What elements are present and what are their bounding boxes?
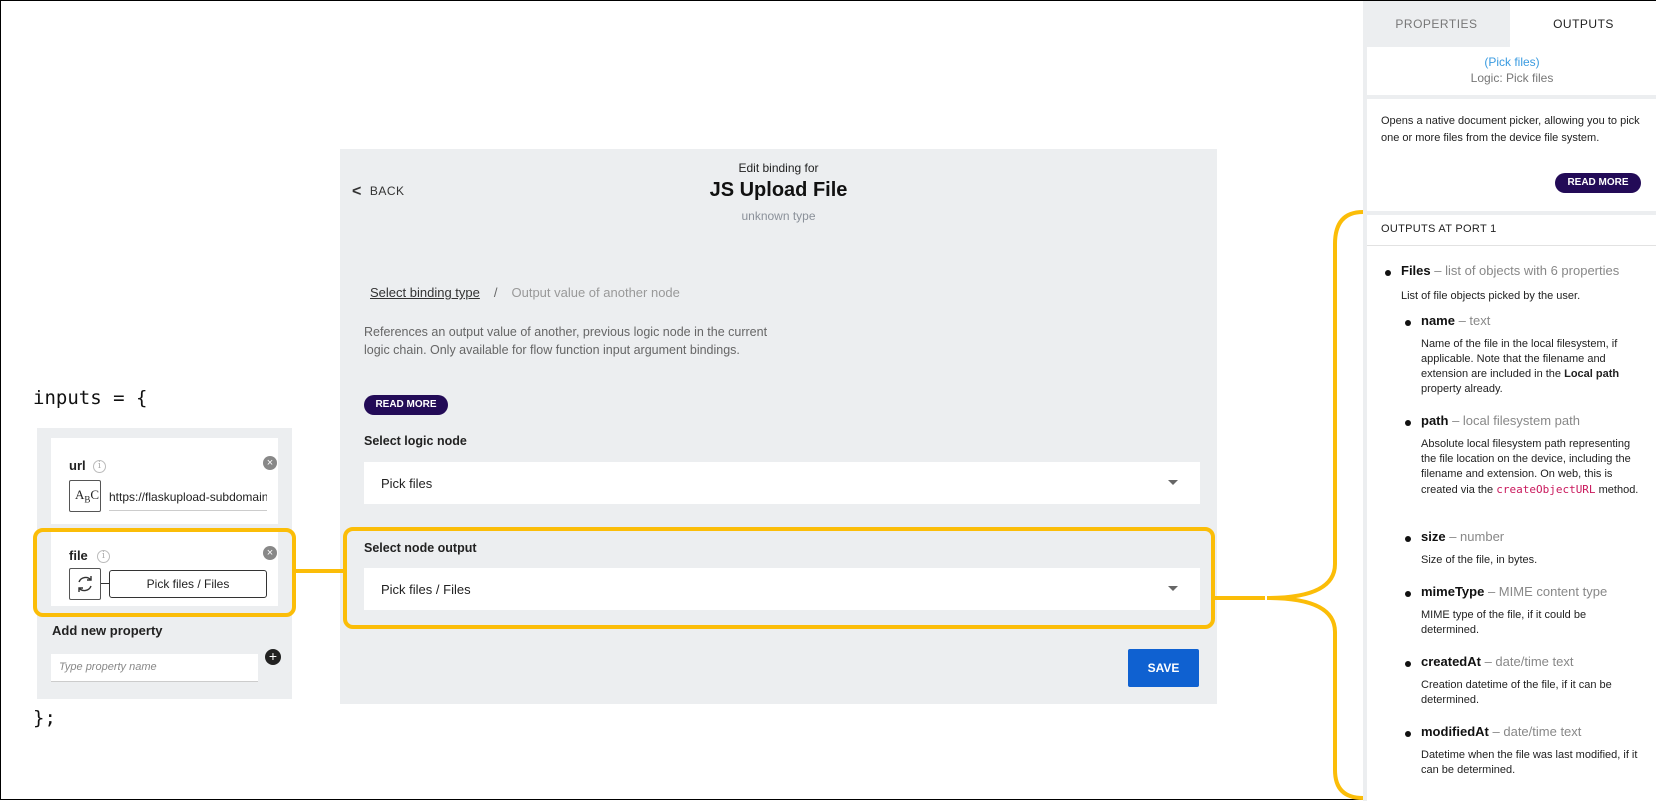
code-close: }; <box>33 707 56 729</box>
url-value-field[interactable]: https://flaskupload-subdomain <box>109 490 267 511</box>
read-more-button[interactable]: READ MORE <box>1555 173 1641 193</box>
node-info: (Pick files) Logic: Pick files <box>1367 47 1656 95</box>
output-files: Files – list of objects with 6 propertie… <box>1401 263 1620 278</box>
output-createdat: createdAt – date/time text <box>1421 654 1574 669</box>
add-property-button[interactable]: + <box>265 649 281 665</box>
panel-tabs: PROPERTIES OUTPUTS <box>1363 1 1656 47</box>
output-size: size – number <box>1421 529 1505 544</box>
output-size-desc: Size of the file, in bytes. <box>1421 554 1538 566</box>
info-icon[interactable]: i <box>93 460 106 473</box>
logic-node-select[interactable]: Pick files <box>364 462 1200 504</box>
dialog-title: JS Upload File <box>709 179 848 201</box>
breadcrumb: Select binding type / Output value of anot… <box>370 285 680 300</box>
output-modifiedat: modifiedAt – date/time text <box>1421 724 1582 739</box>
dialog-type-label: unknown type <box>741 209 816 223</box>
remove-icon[interactable]: × <box>263 456 277 470</box>
binding-description: References an output value of another, p… <box>364 325 768 357</box>
bullet <box>1405 420 1411 426</box>
tab-outputs[interactable]: OUTPUTS <box>1510 1 1656 47</box>
node-description-box: Opens a native document picker, allowing… <box>1367 99 1656 211</box>
output-createdat-desc: Creation datetime of the file, if it can… <box>1421 679 1612 706</box>
code-open: inputs = { <box>33 387 148 409</box>
bullet <box>1385 270 1391 276</box>
breadcrumb-separator: / <box>493 285 498 300</box>
file-property-highlight <box>33 528 296 617</box>
node-description: Opens a native document picker, allowing… <box>1381 115 1640 144</box>
node-output-highlight <box>343 527 1215 629</box>
breadcrumb-current: Output value of another node <box>511 285 680 300</box>
dialog-caption: Edit binding for <box>738 161 819 175</box>
output-path: path – local filesystem path <box>1421 413 1580 428</box>
bullet <box>1405 591 1411 597</box>
outputs-brace <box>1266 210 1364 800</box>
property-card-url: url i × ABC https://flaskupload-subdomai… <box>51 438 278 524</box>
output-name-desc: Name of the file in the local filesystem… <box>1421 338 1620 395</box>
right-panel: PROPERTIES OUTPUTS (Pick files) Logic: P… <box>1363 1 1656 801</box>
output-mimetype: mimeType – MIME content type <box>1421 584 1608 599</box>
property-name-input[interactable]: Type property name <box>51 654 258 682</box>
output-mimetype-desc: MIME type of the file, if it could be de… <box>1421 609 1587 636</box>
bullet <box>1405 536 1411 542</box>
output-modifiedat-desc: Datetime when the file was last modified… <box>1421 749 1638 776</box>
node-link[interactable]: (Pick files) <box>1367 55 1656 69</box>
divider <box>1367 245 1656 246</box>
save-button[interactable]: SAVE <box>1128 649 1199 687</box>
tab-properties[interactable]: PROPERTIES <box>1363 1 1510 47</box>
output-name: name – text <box>1421 313 1491 328</box>
read-more-button[interactable]: READ MORE <box>364 395 448 415</box>
highlight-connector <box>1215 596 1265 600</box>
add-new-property-label: Add new property <box>52 623 163 638</box>
node-logic-label: Logic: Pick files <box>1470 71 1554 85</box>
output-path-desc: Absolute local filesystem path represent… <box>1421 438 1639 496</box>
highlight-connector <box>296 569 343 573</box>
breadcrumb-link[interactable]: Select binding type <box>370 285 480 300</box>
bullet <box>1405 661 1411 667</box>
outputs-port-box: OUTPUTS AT PORT 1 Files – list of object… <box>1367 215 1656 801</box>
chevron-down-icon <box>1168 480 1178 485</box>
property-name-url: url <box>69 458 86 473</box>
bullet <box>1405 731 1411 737</box>
bullet <box>1405 320 1411 326</box>
logic-node-label: Select logic node <box>364 434 467 448</box>
ports-title: OUTPUTS AT PORT 1 <box>1381 223 1497 235</box>
text-type-icon[interactable]: ABC <box>69 480 101 512</box>
output-files-desc: List of file objects picked by the user. <box>1401 290 1581 302</box>
